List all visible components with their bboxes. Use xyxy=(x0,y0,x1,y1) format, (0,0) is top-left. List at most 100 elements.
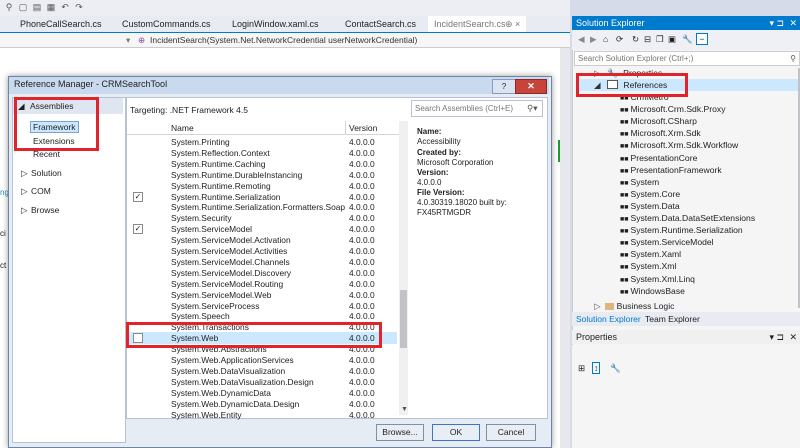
properties-title: Properties ▾ ⊐ ✕ xyxy=(572,330,800,344)
assembly-list-scroll-thumb[interactable] xyxy=(400,290,407,348)
nav-solution[interactable]: Solution xyxy=(31,168,62,178)
tab-team-explorer[interactable]: Team Explorer xyxy=(645,314,700,324)
tree-item-reference[interactable]: ■■ PresentationFramework xyxy=(620,164,722,176)
reference-icon: ■■ xyxy=(620,155,629,163)
assembly-list-scrollbar[interactable] xyxy=(399,121,408,415)
back-icon[interactable]: ◀ xyxy=(578,34,585,45)
column-name[interactable]: Name xyxy=(171,123,194,133)
dialog-title: Reference Manager - CRMSearchTool xyxy=(14,79,168,89)
editor-fragment: ci xyxy=(0,229,6,238)
reference-icon: ■■ xyxy=(620,119,629,127)
member-dropdown-arrow-icon[interactable]: ▾ xyxy=(126,33,130,47)
tree-item-reference[interactable]: ■■ PresentationCore xyxy=(620,152,697,164)
assembly-checkbox[interactable]: ✓ xyxy=(133,191,143,202)
targeting-label: Targeting: .NET Framework 4.5 xyxy=(130,105,248,115)
tree-item-reference[interactable]: ■■ Microsoft.Xrm.Sdk.Workflow xyxy=(620,139,738,151)
tree-item-reference[interactable]: ■■ System.Data.DataSetExtensions xyxy=(620,212,755,224)
tree-item-reference[interactable]: ■■ System.Data xyxy=(620,200,680,212)
detail-version-label: Version: xyxy=(417,168,449,177)
column-version[interactable]: Version xyxy=(349,123,377,133)
reference-icon: ■■ xyxy=(620,276,629,284)
quick-action-icon[interactable]: ⚲ xyxy=(4,2,14,12)
preview-icon[interactable]: − xyxy=(696,33,708,45)
properties-wrench-icon[interactable]: 🔧 xyxy=(682,34,693,45)
properties-close-icon[interactable]: ✕ xyxy=(789,330,797,344)
editor-scrollbar[interactable] xyxy=(560,48,570,448)
forward-icon[interactable]: ▶ xyxy=(590,34,597,45)
properties-pin-icon[interactable]: ▾ ⊐ xyxy=(769,330,784,344)
ok-button[interactable]: OK xyxy=(432,424,480,441)
expand-icon[interactable]: ▷ xyxy=(594,301,601,311)
assembly-row[interactable]: System.Web.Entity 4.0.0.0 xyxy=(127,409,397,421)
search-dropdown-icon[interactable]: ⚲▾ xyxy=(527,103,538,114)
tree-item-reference[interactable]: ■■ System.ServiceModel xyxy=(620,236,714,248)
nav-com[interactable]: COM xyxy=(31,186,51,196)
tab-solution-explorer[interactable]: Solution Explorer xyxy=(576,314,641,324)
home-icon[interactable]: ⌂ xyxy=(603,34,608,44)
browse-expand-icon[interactable]: ▷ xyxy=(21,205,28,216)
reference-icon: ■■ xyxy=(620,131,629,139)
reference-icon: ■■ xyxy=(620,143,629,151)
tab-pin-close-icon[interactable]: ⊕ × xyxy=(505,16,520,32)
refresh-icon[interactable]: ↻ xyxy=(632,34,639,45)
nav-browse[interactable]: Browse xyxy=(31,205,59,215)
sync-icon[interactable]: ⟳ xyxy=(616,34,623,45)
tab-phonecallsearch[interactable]: PhoneCallSearch.cs xyxy=(20,16,102,32)
close-icon[interactable]: ✕ xyxy=(789,16,797,30)
assembly-search-input[interactable]: Search Assemblies (Ctrl+E) ⚲▾ xyxy=(411,100,543,117)
tree-item-reference[interactable]: ■■ Microsoft.Crm.Sdk.Proxy xyxy=(620,103,726,115)
collapse-all-icon[interactable]: ⊟ xyxy=(644,34,651,45)
browse-button[interactable]: Browse... xyxy=(376,424,424,441)
tree-item-reference[interactable]: ■■ Microsoft.CSharp xyxy=(620,115,697,127)
property-pages-icon[interactable]: 🔧 xyxy=(610,363,621,374)
reference-icon: ■■ xyxy=(620,240,629,248)
reference-icon: ■■ xyxy=(620,191,629,199)
show-all-files-icon[interactable]: ❐ xyxy=(656,34,664,45)
assembly-name: System.Web.Entity xyxy=(171,409,242,420)
tree-item-reference[interactable]: ■■ System xyxy=(620,176,659,188)
detail-created-value: Microsoft Corporation xyxy=(417,158,494,167)
redo-icon[interactable]: ↷ xyxy=(74,2,84,12)
tab-customcommands[interactable]: CustomCommands.cs xyxy=(122,16,211,32)
list-header: Name Version xyxy=(127,121,400,135)
tree-item-reference[interactable]: ■■ Microsoft.Xrm.Sdk xyxy=(620,127,701,139)
tree-item-reference[interactable]: ■■ System.Xaml xyxy=(620,248,681,260)
scroll-down-icon[interactable]: ▼ xyxy=(401,406,408,413)
search-icon: ⚲ xyxy=(790,54,796,63)
member-dropdown[interactable]: IncidentSearch(System.Net.NetworkCredent… xyxy=(150,33,417,47)
save-icon[interactable]: ▦ xyxy=(46,2,56,12)
tab-contactsearch[interactable]: ContactSearch.cs xyxy=(345,16,416,32)
document-tabs: PhoneCallSearch.cs CustomCommands.cs Log… xyxy=(0,16,570,34)
reference-icon: ■■ xyxy=(620,167,629,175)
tree-item-reference[interactable]: ■■ System.Xml xyxy=(620,260,676,272)
reference-icon: ■■ xyxy=(620,228,629,236)
tree-item-reference[interactable]: ■■ System.Runtime.Serialization xyxy=(620,224,743,236)
close-button[interactable]: ✕ xyxy=(515,79,547,94)
view-code-icon[interactable]: ▣ xyxy=(668,34,676,45)
assembly-checkbox[interactable]: ✓ xyxy=(133,224,143,235)
undo-icon[interactable]: ↶ xyxy=(60,2,70,12)
tab-loginwindow[interactable]: LoginWindow.xaml.cs xyxy=(232,16,319,32)
solution-expand-icon[interactable]: ▷ xyxy=(21,168,28,179)
method-icon: ⊕ xyxy=(138,35,146,45)
tree-item-reference[interactable]: ■■ System.Xml.Linq xyxy=(620,273,695,285)
alphabetical-icon[interactable]: ↕ xyxy=(592,362,601,374)
solution-explorer-tabs: Solution Explorer Team Explorer xyxy=(572,312,800,326)
com-expand-icon[interactable]: ▷ xyxy=(21,186,28,197)
tree-item-folder[interactable]: ▷ Business Logic xyxy=(594,300,674,312)
tree-item-reference[interactable]: ■■ WindowsBase xyxy=(620,285,685,297)
reference-icon: ■■ xyxy=(620,179,629,187)
assembly-version: 4.0.0.0 xyxy=(349,409,375,420)
column-divider[interactable] xyxy=(345,121,346,134)
cancel-button[interactable]: Cancel xyxy=(486,424,536,441)
tree-item-reference[interactable]: ■■ System.Core xyxy=(620,188,680,200)
pin-icon[interactable]: ▾ ⊐ xyxy=(769,16,784,30)
solution-search-input[interactable]: Search Solution Explorer (Ctrl+;) ⚲ xyxy=(574,51,800,66)
new-item-icon[interactable]: ▢ xyxy=(18,2,28,12)
annotation-box-references xyxy=(576,73,688,97)
reference-icon: ■■ xyxy=(620,252,629,260)
categorized-icon[interactable]: ⊞ xyxy=(578,363,585,374)
open-icon[interactable]: ▤ xyxy=(32,2,42,12)
help-button[interactable]: ? xyxy=(492,79,516,94)
detail-file-version-value: 4.0.30319.18020 built by: xyxy=(417,198,507,207)
